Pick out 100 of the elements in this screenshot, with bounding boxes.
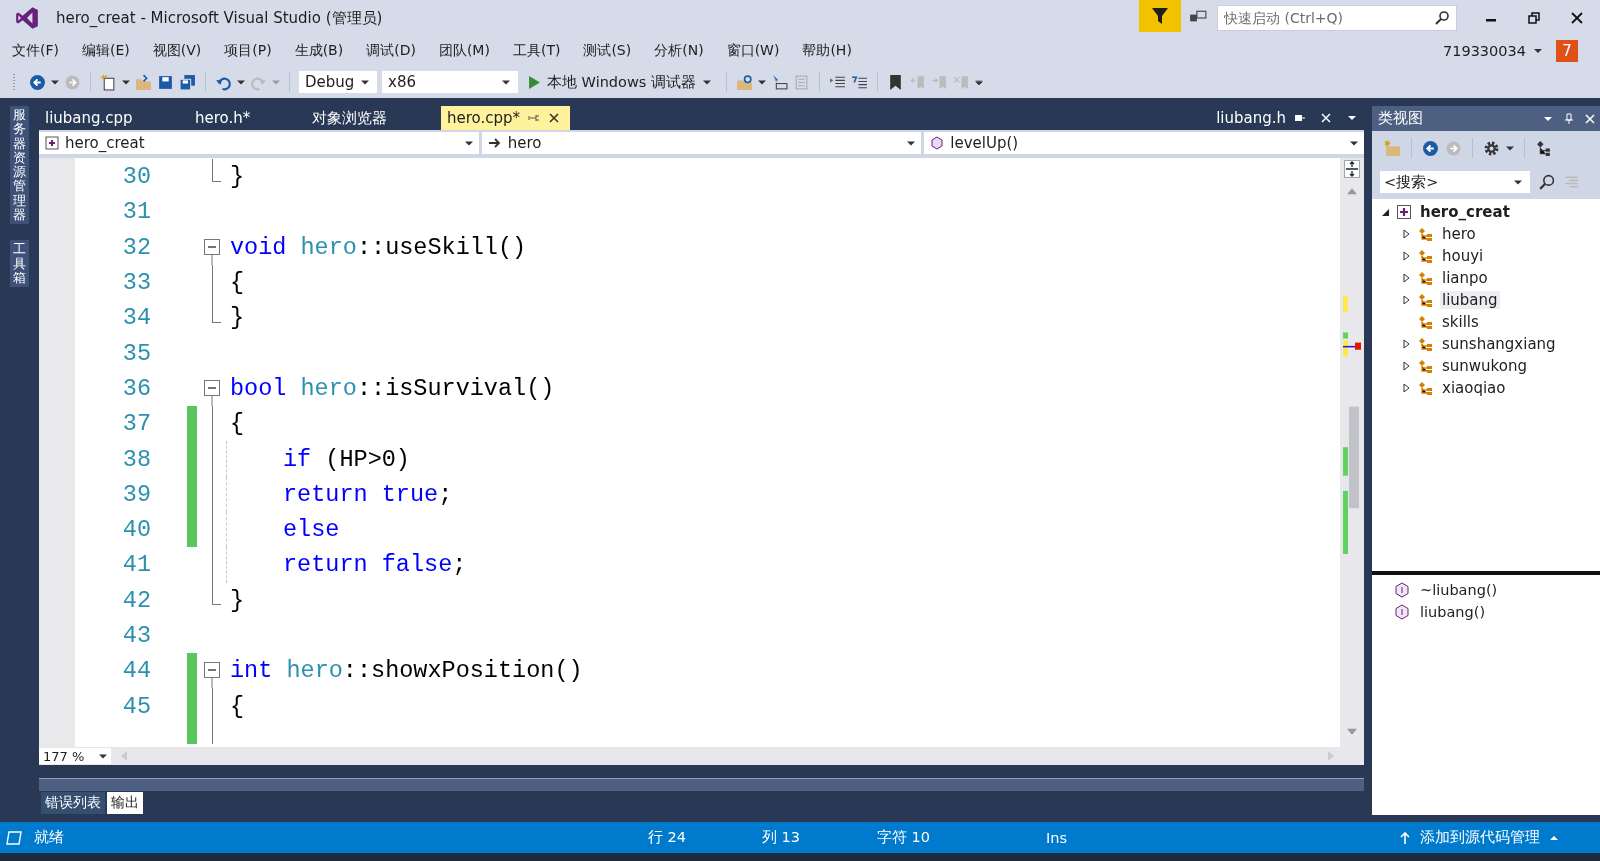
document-tab[interactable]: hero.cpp*: [441, 106, 571, 130]
member-item[interactable]: liubang(): [1420, 604, 1486, 620]
search-icon[interactable]: [1434, 10, 1450, 26]
promote-tab-icon[interactable]: [1294, 112, 1306, 124]
user-account[interactable]: 719330034: [1442, 43, 1526, 59]
tree-item[interactable]: sunwukong: [1440, 357, 1529, 375]
expand-arrow-icon[interactable]: [1402, 273, 1412, 283]
menu-item[interactable]: 分析(N): [644, 42, 714, 60]
menu-item[interactable]: 工具(T): [502, 42, 571, 60]
start-debugging-button[interactable]: 本地 Windows 调试器: [547, 72, 696, 92]
quick-launch-field[interactable]: 快速启动 (Ctrl+Q): [1218, 6, 1434, 30]
caret-icon[interactable]: [757, 79, 766, 85]
menu-item[interactable]: 测试(S): [573, 42, 642, 60]
menu-item[interactable]: 调试(D): [356, 42, 426, 60]
menu-item[interactable]: 编辑(E): [72, 42, 140, 60]
menu-item[interactable]: 生成(B): [284, 42, 354, 60]
panel-tab[interactable]: 错误列表: [41, 792, 105, 814]
menu-item[interactable]: 项目(P): [214, 42, 282, 60]
quick-launch-field[interactable]: 快速启动 (Ctrl+Q): [1217, 5, 1457, 31]
menu-item[interactable]: 团队(M): [428, 42, 500, 60]
side-tab[interactable]: 工具箱: [10, 240, 29, 288]
search-icon[interactable]: [1538, 173, 1555, 191]
funnel-icon[interactable]: [1139, 0, 1181, 32]
expand-arrow-icon[interactable]: [1402, 361, 1412, 371]
source-control-button[interactable]: 添加到源代码管理: [1420, 828, 1540, 847]
class-icon: [1418, 226, 1434, 242]
caret-icon[interactable]: [99, 753, 107, 759]
close-icon[interactable]: [548, 112, 561, 124]
platform-dropdown[interactable]: x86: [388, 73, 416, 91]
method-icon: [930, 136, 945, 150]
class-icon: [1418, 248, 1434, 264]
upload-arrow-icon[interactable]: [1400, 831, 1410, 844]
menu-item[interactable]: 文件(F): [0, 42, 69, 60]
caret-icon[interactable]: [51, 79, 59, 85]
project-icon: [45, 136, 59, 150]
pin-icon[interactable]: [1563, 112, 1575, 125]
status-text: 就绪: [34, 828, 65, 847]
caret-icon[interactable]: [907, 140, 916, 146]
comment-lines-icon[interactable]: [850, 73, 868, 91]
expand-arrow-icon[interactable]: [1402, 229, 1412, 239]
tree-item[interactable]: sunshangxiang: [1440, 335, 1558, 353]
back-icon[interactable]: [29, 73, 46, 91]
expand-arrow-icon[interactable]: [1402, 339, 1412, 349]
play-icon[interactable]: [529, 75, 540, 89]
code-line: else: [283, 516, 340, 544]
class-icon: [1418, 336, 1434, 352]
expand-arrow-icon[interactable]: [1402, 295, 1412, 305]
caret-icon[interactable]: [464, 140, 473, 146]
caret-icon[interactable]: [1534, 49, 1542, 53]
open-folder-icon[interactable]: [135, 73, 152, 91]
caret-icon[interactable]: [502, 79, 510, 85]
expanded-arrow-icon[interactable]: [1380, 207, 1390, 217]
code-line: return true;: [283, 480, 453, 508]
preview-tab[interactable]: liubang.h: [1216, 109, 1286, 127]
caret-icon[interactable]: [702, 79, 711, 85]
panel-tab[interactable]: 输出: [107, 792, 143, 814]
tree-item[interactable]: xiaoqiao: [1440, 379, 1508, 397]
expand-arrow-icon[interactable]: [1402, 383, 1412, 393]
caret-icon[interactable]: [122, 79, 130, 85]
close-icon[interactable]: [1320, 112, 1332, 124]
find-in-files-icon[interactable]: [735, 73, 753, 91]
toolbar-options-icon[interactable]: [974, 79, 983, 85]
close-icon[interactable]: [1584, 112, 1596, 125]
tree-item[interactable]: hero_creat: [1418, 203, 1512, 221]
document-tab[interactable]: 对象浏览器: [306, 106, 439, 130]
member-item[interactable]: ~liubang(): [1420, 582, 1498, 598]
document-tab[interactable]: liubang.cpp: [39, 106, 187, 130]
tree-item[interactable]: hero: [1440, 225, 1478, 243]
tree-item[interactable]: houyi: [1440, 247, 1486, 265]
menu-item[interactable]: 帮助(H): [792, 42, 862, 60]
line-number: 44: [121, 657, 151, 685]
save-icon[interactable]: [157, 73, 174, 91]
settings-icon[interactable]: [1483, 139, 1500, 157]
line-number: 33: [121, 269, 151, 297]
tree-item[interactable]: liubang: [1440, 291, 1500, 309]
code-line: {: [230, 269, 245, 297]
caret-icon[interactable]: [237, 79, 245, 85]
caret-icon[interactable]: [1350, 140, 1358, 146]
split-icon[interactable]: [1344, 160, 1360, 178]
side-tab[interactable]: 服务器资源管理器: [10, 106, 29, 225]
expand-arrow-icon[interactable]: [1402, 251, 1412, 261]
caret-icon[interactable]: [361, 79, 369, 85]
code-line: }: [230, 304, 245, 332]
new-project-icon[interactable]: [100, 73, 117, 91]
menu-item[interactable]: 窗口(W): [716, 42, 790, 60]
class-icon: [1418, 380, 1434, 396]
menu-item[interactable]: 视图(V): [142, 42, 212, 60]
caret-icon[interactable]: [1514, 179, 1522, 185]
pin-icon[interactable]: [528, 112, 541, 124]
back-icon[interactable]: [1422, 139, 1439, 157]
notification-badge[interactable]: 7: [1556, 40, 1578, 62]
caret-icon[interactable]: [1506, 145, 1514, 151]
grip-icon[interactable]: [12, 72, 16, 92]
tree-item[interactable]: skills: [1440, 313, 1481, 331]
visual-studio-logo-icon: [14, 5, 40, 31]
document-tab[interactable]: hero.h*: [189, 106, 304, 130]
pointer-icon[interactable]: [770, 73, 788, 91]
save-all-icon[interactable]: [179, 73, 196, 91]
class-hierarchy-icon[interactable]: [1535, 139, 1552, 157]
tree-item[interactable]: lianpo: [1440, 269, 1490, 287]
